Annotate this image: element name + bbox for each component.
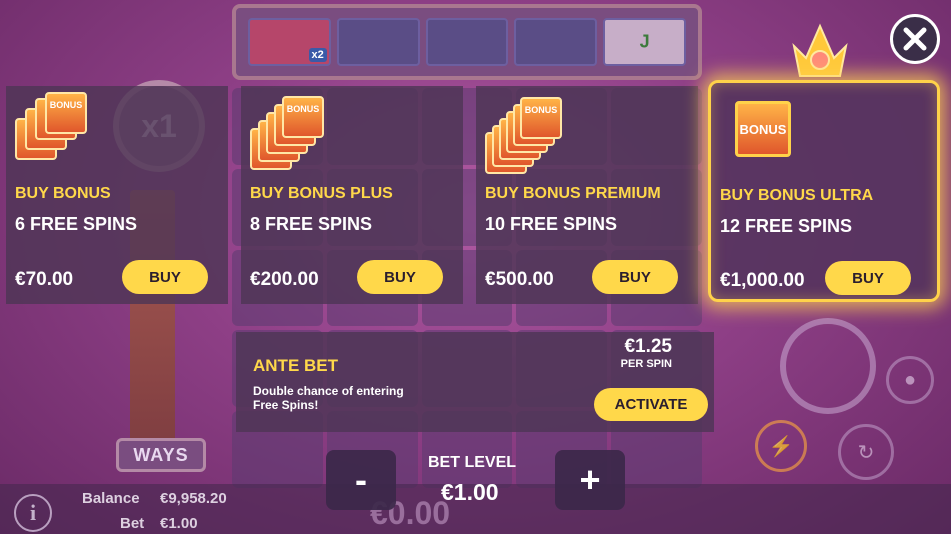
buy-bonus-ultra-button[interactable]: BUY [825,261,911,295]
info-button[interactable]: i [14,494,52,532]
balance-label: Balance [82,490,140,507]
buy-option-spins: 8 FREE SPINS [250,214,373,234]
reel-slot [514,18,598,66]
buy-option-title: BUY BONUS ULTRA [720,187,874,204]
autoplay-icon[interactable]: ↻ [838,424,894,480]
bet-value: €1.00 [160,515,198,532]
bonus-card: BONUS [735,101,791,157]
buy-option-price: €1,000.00 [720,270,805,291]
ante-bet-panel: ANTE BET Double chance of entering Free … [236,332,714,432]
increase-bet-button[interactable]: + [555,450,625,510]
buy-option-title: BUY BONUS PREMIUM [485,185,661,202]
buy-bonus-premium-button[interactable]: BUY [592,260,678,294]
ante-bet-description: Double chance of entering Free Spins! [253,384,404,412]
ante-bet-title: ANTE BET [253,356,338,375]
ante-bet-amount: €1.25 [624,336,672,357]
close-icon [903,27,927,51]
reel-slot [425,18,509,66]
buy-option-title: BUY BONUS [15,185,111,202]
activate-ante-bet-button[interactable]: ACTIVATE [594,388,708,421]
bonus-card: BONUS [45,92,87,134]
bet-level-value: €1.00 [441,479,499,505]
bonus-cards-icon: BONUS [250,92,340,172]
buy-option-price: €200.00 [250,269,319,290]
buy-bonus-ultra-panel: BONUS BUY BONUS ULTRA 12 FREE SPINS €1,0… [708,80,940,302]
balance-value: €9,958.20 [160,490,227,507]
close-button[interactable] [890,14,940,64]
ways-badge: WAYS [116,438,206,472]
buy-option-spins: 12 FREE SPINS [720,216,853,236]
buy-bonus-button[interactable]: BUY [122,260,208,294]
buy-bonus-premium-panel: BONUS BUY BONUS PREMIUM 10 FREE SPINS €5… [476,86,698,304]
coins-icon[interactable]: ● [886,356,934,404]
decrease-bet-button[interactable]: - [326,450,396,510]
buy-option-spins: 10 FREE SPINS [485,214,618,234]
buy-bonus-plus-panel: BONUS BUY BONUS PLUS 8 FREE SPINS €200.0… [241,86,463,304]
reel-slot: x2 [248,18,331,66]
buy-option-title: BUY BONUS PLUS [250,185,393,202]
buy-option-spins: 6 FREE SPINS [15,214,138,234]
bonus-card: BONUS [520,97,562,139]
reel-slot: J [603,18,686,66]
bonus-card: BONUS [282,96,324,138]
buy-bonus-panel: BONUS BUY BONUS 6 FREE SPINS €70.00 BUY [6,86,228,304]
bonus-cards-icon: BONUS [485,92,575,174]
multiplier-badge: x2 [308,48,327,62]
reel-symbol: J [639,31,650,52]
bonus-cards-icon: BONUS [15,92,105,172]
buy-option-price: €70.00 [15,269,74,290]
ante-bet-per-spin: PER SPIN [620,358,672,370]
bet-label: Bet [120,515,145,532]
reel-top-row: x2 J [232,4,702,80]
buy-option-price: €500.00 [485,269,554,290]
spin-button[interactable] [780,318,876,414]
reel-slot [336,18,420,66]
buy-bonus-plus-button[interactable]: BUY [357,260,443,294]
turbo-icon[interactable]: ⚡ [755,420,807,472]
crown-icon [792,23,848,77]
bet-level-label: BET LEVEL [428,454,517,471]
bonus-cards-icon: BONUS [735,101,825,181]
